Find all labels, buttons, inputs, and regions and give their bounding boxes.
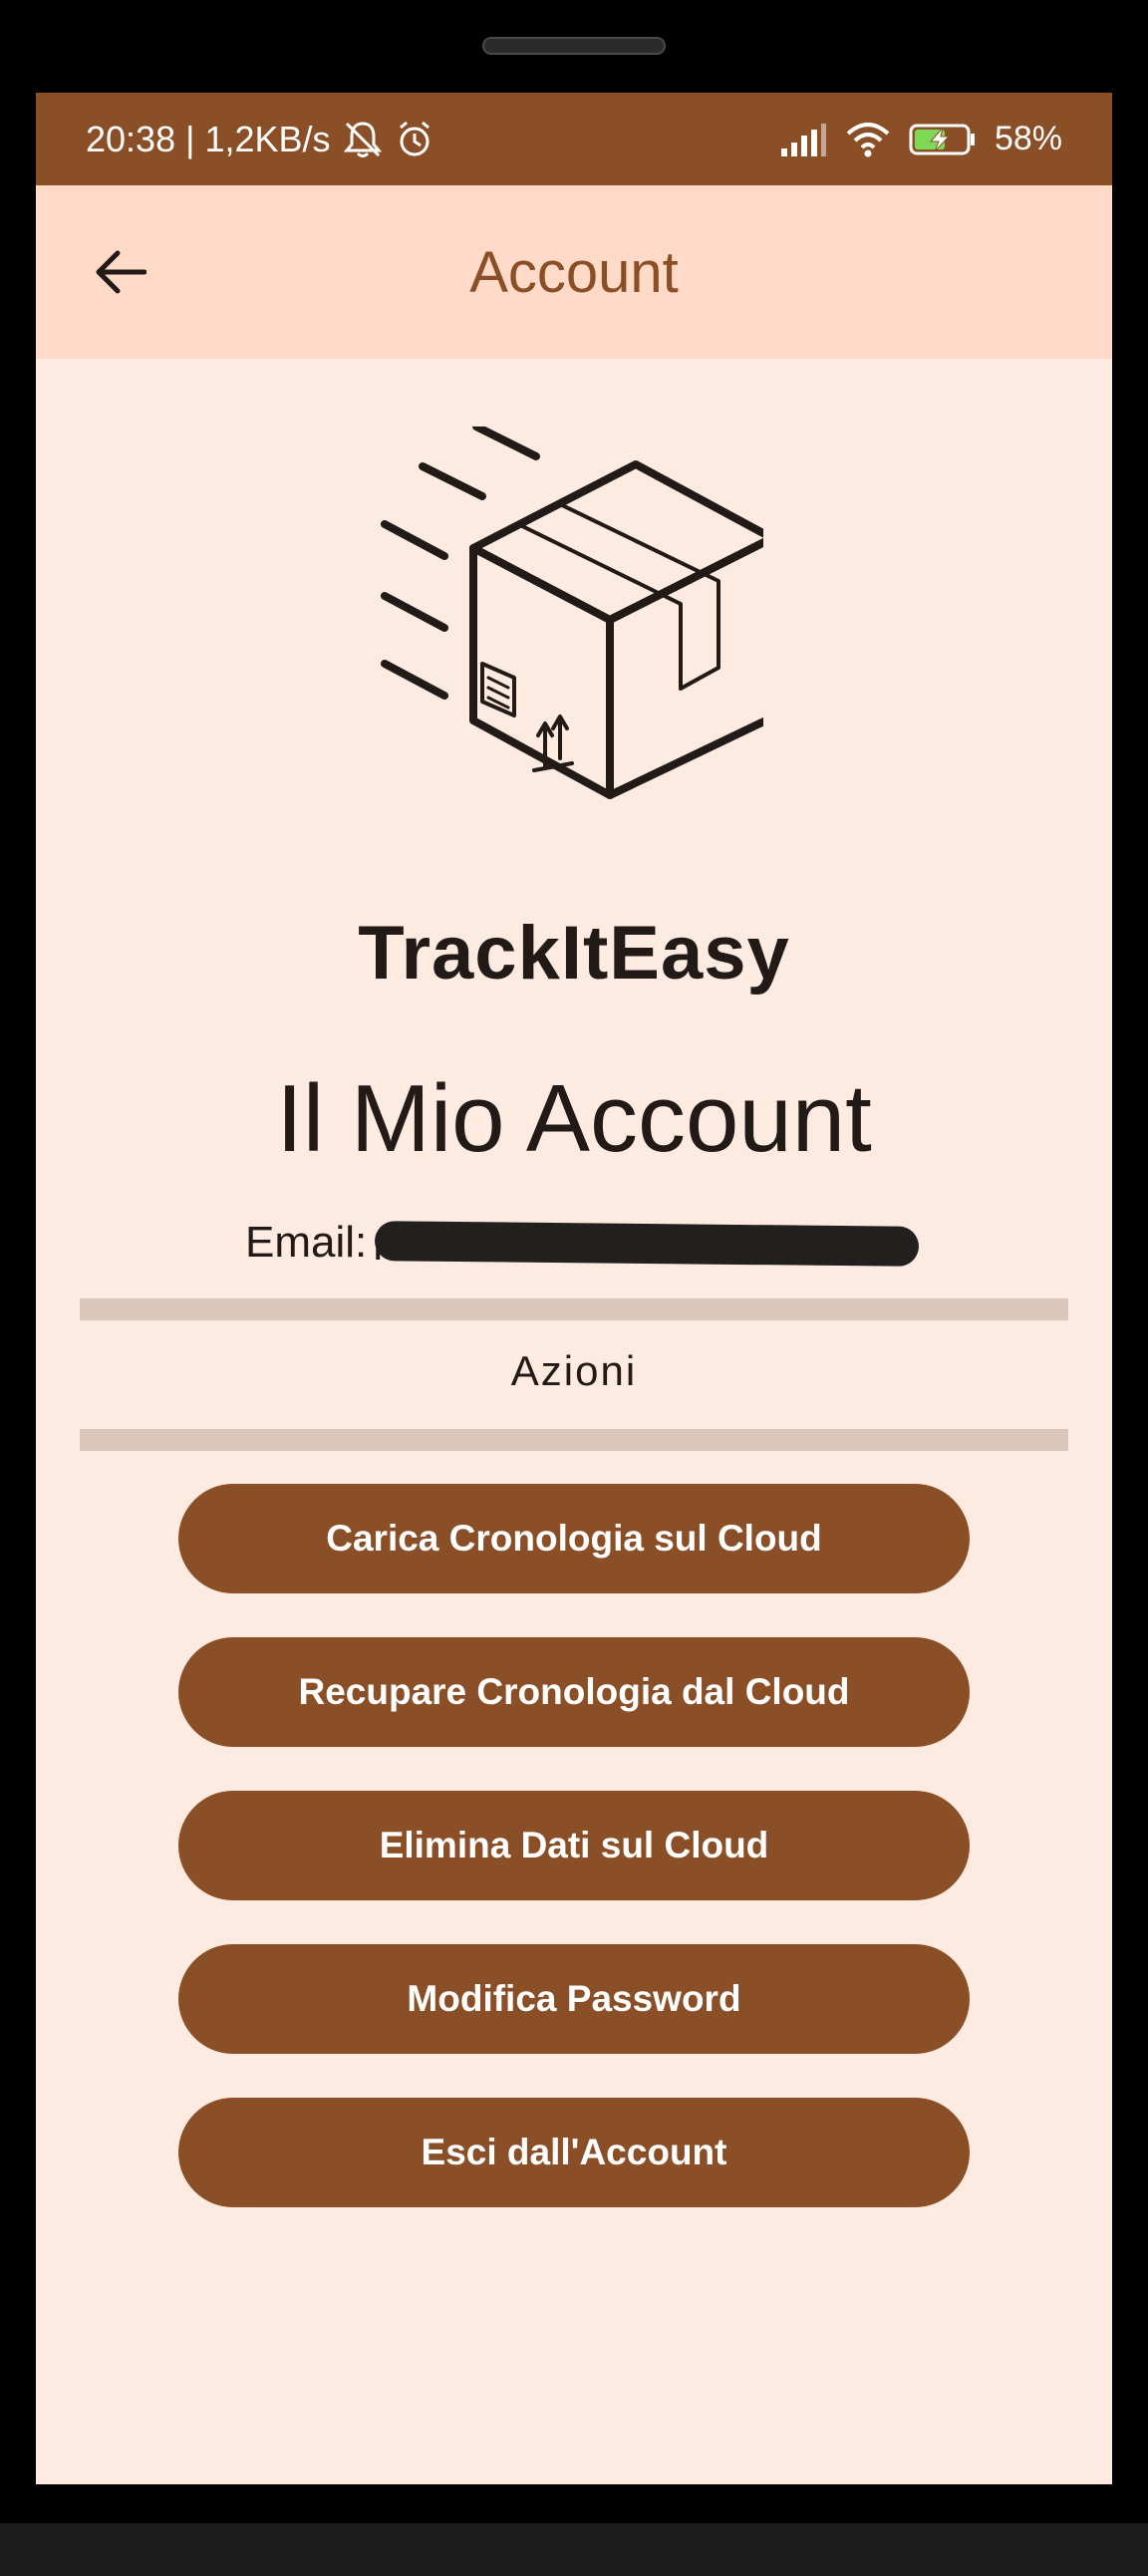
wifi-icon	[845, 122, 891, 157]
package-box-icon	[365, 423, 776, 905]
status-left: 20:38 | 1,2KB/s	[86, 93, 434, 185]
app-bar-title: Account	[469, 239, 679, 305]
signal-icon	[779, 123, 827, 156]
mute-icon	[341, 120, 385, 159]
battery-charging-icon	[909, 123, 977, 156]
status-separator: |	[185, 118, 195, 159]
alarm-icon	[395, 120, 434, 159]
section-label-actions: Azioni	[510, 1347, 638, 1394]
delete-cloud-data-button[interactable]: Elimina Dati sul Cloud	[178, 1791, 970, 1900]
status-time: 20:38	[86, 118, 176, 159]
phone-speaker	[482, 37, 666, 55]
app-bar: Account	[36, 185, 1112, 359]
battery-level: 58%	[994, 120, 1062, 157]
phone-bottom-bar	[0, 2523, 1148, 2576]
status-right: 58%	[779, 93, 1062, 185]
logout-button[interactable]: Esci dall'Account	[178, 2098, 970, 2207]
network-speed: 1,2KB/s	[204, 118, 331, 159]
phone-frame: 20:38 | 1,2KB/s 58% Account TrackItEasy …	[0, 0, 1148, 2576]
screen: 20:38 | 1,2KB/s 58% Account TrackItEasy …	[36, 93, 1112, 2484]
email-redaction	[374, 1221, 920, 1267]
restore-history-button[interactable]: Recupare Cronologia dal Cloud	[178, 1637, 970, 1747]
change-password-button[interactable]: Modifica Password	[178, 1944, 970, 2054]
page-title: Il Mio Account	[276, 1065, 872, 1172]
back-button[interactable]	[76, 229, 165, 319]
arrow-left-icon	[95, 249, 147, 300]
divider-bottom	[80, 1429, 1068, 1451]
email-label: Email:	[245, 1218, 368, 1267]
divider-top	[80, 1298, 1068, 1320]
upload-history-button[interactable]: Carica Cronologia sul Cloud	[178, 1484, 970, 1593]
status-bar: 20:38 | 1,2KB/s 58%	[36, 93, 1112, 185]
brand-name: TrackItEasy	[358, 911, 790, 996]
